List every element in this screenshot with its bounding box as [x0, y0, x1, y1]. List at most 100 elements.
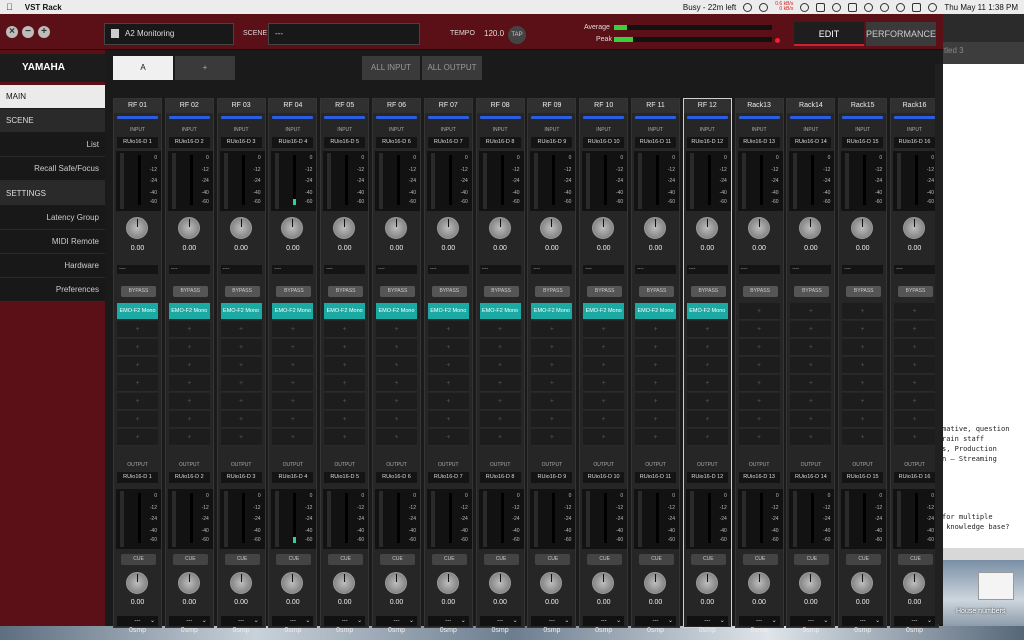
input-gain-knob[interactable]: [488, 217, 511, 239]
cue-button[interactable]: CUE: [639, 554, 674, 565]
input-insert-field[interactable]: ----: [324, 265, 366, 274]
cue-button[interactable]: CUE: [535, 554, 571, 565]
input-insert-field[interactable]: ----: [427, 265, 469, 274]
channel-strip[interactable]: RF 11 INPUT RUio16-D 11 0 -12 -24 -40 -60 0.00 --…: [631, 98, 680, 634]
cue-button[interactable]: CUE: [380, 554, 415, 565]
channel-name[interactable]: RF 04: [269, 99, 317, 113]
input-fader[interactable]: 0 -12 -24 -40 -60: [634, 151, 679, 211]
output-fader[interactable]: 0 -12 -24 -40 -60: [789, 489, 835, 549]
input-port[interactable]: RUio16-D 4: [272, 137, 314, 148]
empty-plugin-slot[interactable]: +: [427, 429, 469, 446]
empty-plugin-slot[interactable]: +: [427, 321, 469, 338]
channel-strip[interactable]: Rack16 INPUT RUio16-D 16 0 -12 -24 -40 -60 0.00 -…: [890, 98, 939, 634]
performance-button[interactable]: PERFORMANCE: [866, 22, 936, 46]
output-gain-knob[interactable]: [281, 572, 304, 594]
empty-plugin-slot[interactable]: +: [168, 411, 210, 428]
delay-select[interactable]: --- ⌄: [738, 616, 780, 626]
plugin-slot[interactable]: EMO-F2 Mono: [479, 303, 521, 320]
empty-plugin-slot[interactable]: +: [220, 339, 262, 356]
empty-plugin-slot[interactable]: +: [738, 357, 780, 374]
output-fader[interactable]: 0 -12 -24 -40 -60: [841, 489, 887, 549]
input-gain-knob[interactable]: [747, 217, 770, 239]
plugin-slot[interactable]: EMO-F2 Mono: [583, 303, 625, 320]
channel-name[interactable]: Rack16: [891, 99, 938, 113]
delay-select[interactable]: --- ⌄: [220, 616, 262, 626]
siri-icon[interactable]: [928, 2, 938, 12]
empty-plugin-slot[interactable]: +: [738, 321, 780, 338]
input-insert-field[interactable]: ----: [894, 265, 935, 274]
empty-plugin-slot[interactable]: +: [272, 339, 314, 356]
input-port[interactable]: RUio16-D 7: [427, 137, 469, 148]
edit-button[interactable]: EDIT: [794, 22, 864, 46]
empty-plugin-slot[interactable]: +: [894, 357, 935, 374]
channel-name[interactable]: RF 09: [528, 99, 576, 113]
empty-plugin-slot[interactable]: +: [220, 393, 262, 410]
channel-name[interactable]: RF 10: [580, 99, 628, 113]
output-port[interactable]: RUio16-D 9: [531, 472, 573, 483]
channel-name[interactable]: RF 05: [321, 99, 369, 113]
empty-plugin-slot[interactable]: +: [376, 357, 417, 374]
sidebar-main[interactable]: MAIN: [0, 85, 105, 109]
input-gain-knob[interactable]: [126, 217, 148, 239]
input-fader[interactable]: 0 -12 -24 -40 -60: [478, 151, 524, 211]
empty-plugin-slot[interactable]: +: [894, 375, 935, 392]
input-port[interactable]: RUio16-D 11: [635, 137, 676, 148]
input-gain-knob[interactable]: [436, 217, 459, 239]
output-gain-knob[interactable]: [695, 572, 718, 594]
input-insert-field[interactable]: ----: [376, 265, 417, 274]
cue-button[interactable]: CUE: [794, 554, 830, 565]
empty-plugin-slot[interactable]: +: [479, 339, 521, 356]
bypass-button[interactable]: BYPASS: [898, 286, 933, 297]
cue-button[interactable]: CUE: [431, 554, 467, 565]
empty-plugin-slot[interactable]: +: [686, 339, 728, 356]
bypass-button[interactable]: BYPASS: [690, 286, 726, 297]
cue-button[interactable]: CUE: [121, 554, 156, 565]
empty-plugin-slot[interactable]: +: [738, 375, 780, 392]
empty-plugin-slot[interactable]: +: [894, 411, 935, 428]
tab-a[interactable]: A: [113, 56, 173, 80]
delay-select[interactable]: --- ⌄: [272, 616, 314, 626]
input-gain-knob[interactable]: [903, 217, 925, 239]
empty-plugin-slot[interactable]: +: [583, 339, 625, 356]
input-insert-field[interactable]: ----: [738, 265, 780, 274]
empty-plugin-slot[interactable]: +: [738, 411, 780, 428]
empty-plugin-slot[interactable]: +: [531, 393, 573, 410]
bypass-button[interactable]: BYPASS: [639, 286, 674, 297]
empty-plugin-slot[interactable]: +: [479, 393, 521, 410]
cue-button[interactable]: CUE: [587, 554, 623, 565]
bypass-button[interactable]: BYPASS: [742, 286, 778, 297]
empty-plugin-slot[interactable]: +: [324, 339, 366, 356]
empty-plugin-slot[interactable]: +: [324, 411, 366, 428]
empty-plugin-slot[interactable]: +: [376, 411, 417, 428]
output-fader[interactable]: 0 -12 -24 -40 -60: [634, 489, 679, 549]
busy-status[interactable]: Busy - 22m left: [683, 3, 736, 12]
input-port[interactable]: RUio16-D 15: [842, 137, 884, 148]
bypass-button[interactable]: BYPASS: [794, 286, 830, 297]
empty-plugin-slot[interactable]: +: [635, 429, 676, 446]
empty-plugin-slot[interactable]: +: [686, 357, 728, 374]
empty-plugin-slot[interactable]: +: [376, 321, 417, 338]
empty-plugin-slot[interactable]: +: [842, 303, 884, 320]
bypass-button[interactable]: BYPASS: [224, 286, 260, 297]
empty-plugin-slot[interactable]: +: [479, 357, 521, 374]
delay-select[interactable]: --- ⌄: [324, 616, 366, 626]
tempo-value[interactable]: 120.0: [478, 24, 506, 44]
empty-plugin-slot[interactable]: +: [168, 321, 210, 338]
zoom-icon[interactable]: +: [38, 26, 50, 38]
channel-strip[interactable]: RF 07 INPUT RUio16-D 7 0 -12 -24 -40 -60 0.00 ---…: [423, 98, 473, 634]
input-port[interactable]: RUio16-D 6: [376, 137, 417, 148]
output-gain-knob[interactable]: [747, 572, 770, 594]
bluetooth-icon[interactable]: [864, 2, 874, 12]
output-port[interactable]: RUio16-D 10: [583, 472, 625, 483]
cue-button[interactable]: CUE: [483, 554, 519, 565]
empty-plugin-slot[interactable]: +: [324, 321, 366, 338]
all-input-button[interactable]: ALL INPUT: [362, 56, 420, 80]
input-gain-knob[interactable]: [177, 217, 200, 239]
empty-plugin-slot[interactable]: +: [117, 411, 158, 428]
empty-plugin-slot[interactable]: +: [324, 429, 366, 446]
output-port[interactable]: RUio16-D 2: [168, 472, 210, 483]
empty-plugin-slot[interactable]: +: [531, 321, 573, 338]
empty-plugin-slot[interactable]: +: [117, 375, 158, 392]
channel-strip[interactable]: RF 08 INPUT RUio16-D 8 0 -12 -24 -40 -60 0.00 ---…: [475, 98, 525, 634]
sidebar-latency-group[interactable]: Latency Group: [0, 206, 105, 230]
